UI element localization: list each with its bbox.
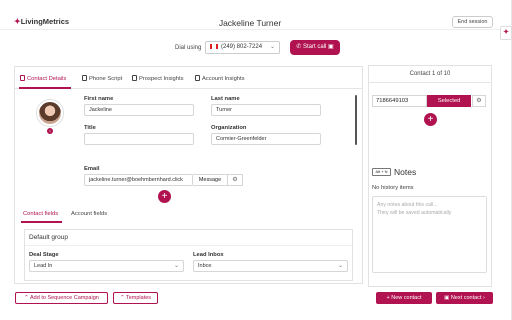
lead-inbox-value: Inbox — [198, 263, 212, 269]
next-contact-button[interactable]: ▣ Next contact › — [436, 292, 493, 304]
notes-shortcut-badge: Alt + N — [372, 168, 391, 176]
email-label: Email — [84, 166, 100, 172]
notes-title: Notes — [394, 167, 417, 177]
templates-button[interactable]: ⌃ Templates — [113, 292, 158, 304]
add-to-sequence-label: Add to Sequence Campaign — [30, 295, 99, 301]
active-tab-indicator — [19, 87, 71, 89]
active-subtab-indicator — [21, 221, 62, 223]
dial-number-value: (249) 802-7224 — [221, 44, 263, 50]
tab-contact-details[interactable]: Contact Details — [20, 75, 66, 82]
keyboard-shortcut-icon: ▣ — [444, 295, 450, 301]
add-field-button[interactable]: + — [158, 190, 171, 203]
contact-tabs: Contact Details Phone Script Prospect In… — [15, 67, 362, 89]
last-name-label: Last name — [211, 96, 240, 102]
last-name-field[interactable]: Turner — [211, 104, 321, 116]
contact-name-title: Jackeline Turner — [218, 18, 282, 28]
selected-button[interactable]: Selected — [427, 95, 471, 107]
phone-number-field[interactable]: 7186649103 — [372, 95, 427, 107]
organization-label: Organization — [211, 125, 247, 131]
chevron-down-icon: ⌄ — [173, 263, 179, 269]
phone-settings-icon[interactable]: ⚙ — [472, 95, 486, 107]
deal-stage-value: Lead In — [34, 263, 53, 269]
tab-phone-script[interactable]: Phone Script — [82, 75, 122, 82]
extension-icon[interactable]: ✦ — [500, 26, 512, 40]
phone-icon: ✆ — [296, 44, 302, 50]
chevron-down-icon: ⌄ — [269, 44, 275, 50]
title-label: Title — [84, 125, 96, 131]
notes-placeholder-line1: Any notes about this call... — [377, 202, 438, 208]
tab-prospect-insights[interactable]: Prospect Insights — [132, 75, 183, 82]
email-settings-icon[interactable]: ⚙ — [228, 174, 243, 186]
group-title: Default group — [25, 230, 352, 246]
tab-account-fields[interactable]: Account fields — [71, 211, 107, 217]
chevron-up-icon: ⌃ — [119, 295, 125, 301]
notes-textarea[interactable]: Any notes about this call... They will b… — [372, 196, 487, 273]
new-contact-button[interactable]: + New contact — [376, 292, 432, 304]
tab-contact-fields[interactable]: Contact fields — [23, 211, 58, 217]
title-field[interactable] — [84, 133, 194, 145]
tab-label: Contact Details — [27, 76, 67, 82]
chevron-down-icon: ⌄ — [337, 263, 343, 269]
form-scrollbar[interactable] — [355, 95, 357, 145]
dial-number-select[interactable]: (249) 802-7224 ⌄ — [205, 41, 280, 54]
tab-label: Prospect Insights — [139, 76, 184, 82]
keyboard-shortcut-icon: ▣ — [328, 44, 334, 50]
deal-stage-label: Deal Stage — [29, 252, 59, 258]
tab-label: Phone Script — [89, 76, 123, 82]
email-field[interactable]: jackeline.turner@boehmbernhard.click — [84, 174, 193, 186]
templates-label: Templates — [125, 295, 152, 301]
tab-label: Account Insights — [202, 76, 245, 82]
end-session-button[interactable]: End session — [452, 16, 493, 28]
add-to-sequence-button[interactable]: ⌃ Add to Sequence Campaign — [15, 292, 108, 304]
lead-inbox-select[interactable]: Inbox ⌄ — [193, 260, 348, 272]
new-contact-label: New contact — [391, 295, 422, 301]
insights-icon — [132, 75, 137, 81]
start-call-label: Start call — [303, 44, 327, 50]
first-name-field[interactable]: Jackeline — [84, 104, 194, 116]
plus-icon: + — [386, 295, 390, 301]
deal-stage-select[interactable]: Lead In ⌄ — [29, 260, 184, 272]
chevron-up-icon: ⌃ — [24, 295, 29, 301]
notes-placeholder-line2: They will be saved automatically — [377, 210, 452, 216]
message-button[interactable]: Message — [193, 174, 228, 186]
lead-inbox-label: Lead Inbox — [193, 252, 224, 258]
contact-card-icon — [20, 75, 25, 81]
script-icon — [82, 75, 87, 81]
organization-field[interactable]: Cormier-Greenfelder — [211, 133, 321, 145]
avatar — [37, 100, 63, 126]
tab-account-insights[interactable]: Account Insights — [195, 75, 245, 82]
add-phone-button[interactable]: + — [424, 113, 437, 126]
chevron-right-icon: › — [483, 295, 485, 301]
avatar-status-icon: • — [47, 128, 53, 134]
contact-counter: Contact 1 of 10 — [369, 66, 491, 83]
no-history-text: No history items — [372, 185, 414, 191]
canada-flag-icon — [210, 43, 218, 49]
start-call-button[interactable]: ✆ Start call ▣ — [290, 40, 340, 55]
account-icon — [195, 75, 200, 81]
next-contact-label: Next contact — [450, 295, 482, 301]
dial-using-label: Dial using — [175, 45, 202, 51]
first-name-label: First name — [84, 96, 114, 102]
